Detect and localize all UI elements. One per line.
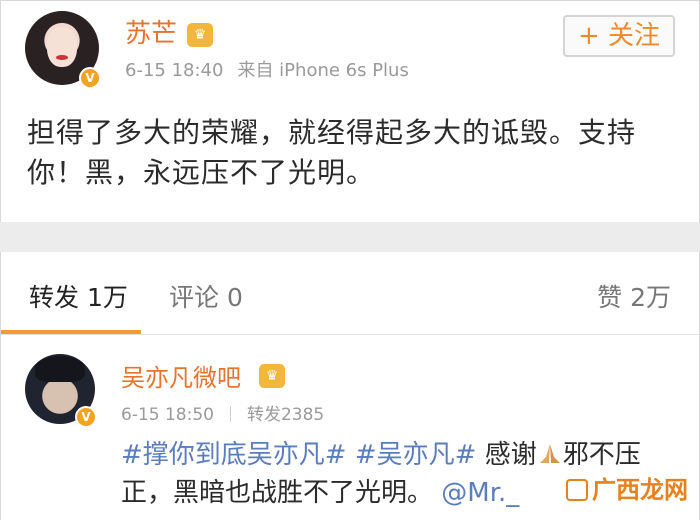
section-gap	[0, 222, 700, 252]
post-meta: 6-15 18:40 来自 iPhone 6s Plus	[125, 56, 409, 82]
post-source: 来自 iPhone 6s Plus	[237, 60, 409, 81]
verified-badge-icon: V	[75, 406, 97, 428]
vip-crown-icon: ♛	[259, 364, 285, 388]
tab-repost[interactable]: 转发 1万	[29, 278, 128, 314]
avatar-lips	[56, 55, 68, 60]
author-name[interactable]: 苏芒	[125, 13, 177, 50]
tab-like[interactable]: 赞 2万	[597, 278, 671, 314]
interaction-tabs: 转发 1万 评论 0 赞 2万	[0, 252, 700, 336]
repost-author-name[interactable]: 吴亦凡微吧	[121, 358, 241, 393]
repost-date: 6-15 18:50	[121, 405, 214, 425]
post-date: 6-15 18:40	[125, 60, 224, 81]
original-post: V 苏芒 ♛ 6-15 18:40 来自 iPhone 6s Plus + 关注 …	[0, 0, 700, 222]
avatar-face	[47, 27, 77, 67]
user-mention-link[interactable]: @Mr._	[441, 478, 519, 508]
hashtag-link[interactable]: #撑你到底吴亦凡#	[121, 440, 347, 470]
follow-button[interactable]: + 关注	[563, 15, 675, 57]
verified-badge-icon: V	[79, 67, 101, 89]
site-watermark: 广西龙网	[566, 470, 688, 505]
watermark-text: 广西龙网	[592, 476, 688, 504]
divider	[1, 334, 700, 335]
repost-meta: 6-15 18:50 转发2385	[121, 400, 324, 425]
watermark-logo-icon	[566, 479, 588, 501]
meta-separator	[229, 406, 231, 422]
repost-count[interactable]: 转发2385	[247, 405, 324, 425]
hashtag-link[interactable]: #吴亦凡#	[355, 440, 477, 470]
post-text: 担得了多大的荣耀，就经得起多大的诋毁。支持你！黑，永远压不了光明。	[27, 116, 637, 189]
repost-text-part: 感谢	[484, 440, 537, 470]
vip-crown-icon: ♛	[187, 23, 213, 47]
avatar-hair	[35, 356, 85, 382]
praying-hands-icon	[539, 444, 560, 463]
tab-comment[interactable]: 评论 0	[169, 278, 243, 314]
